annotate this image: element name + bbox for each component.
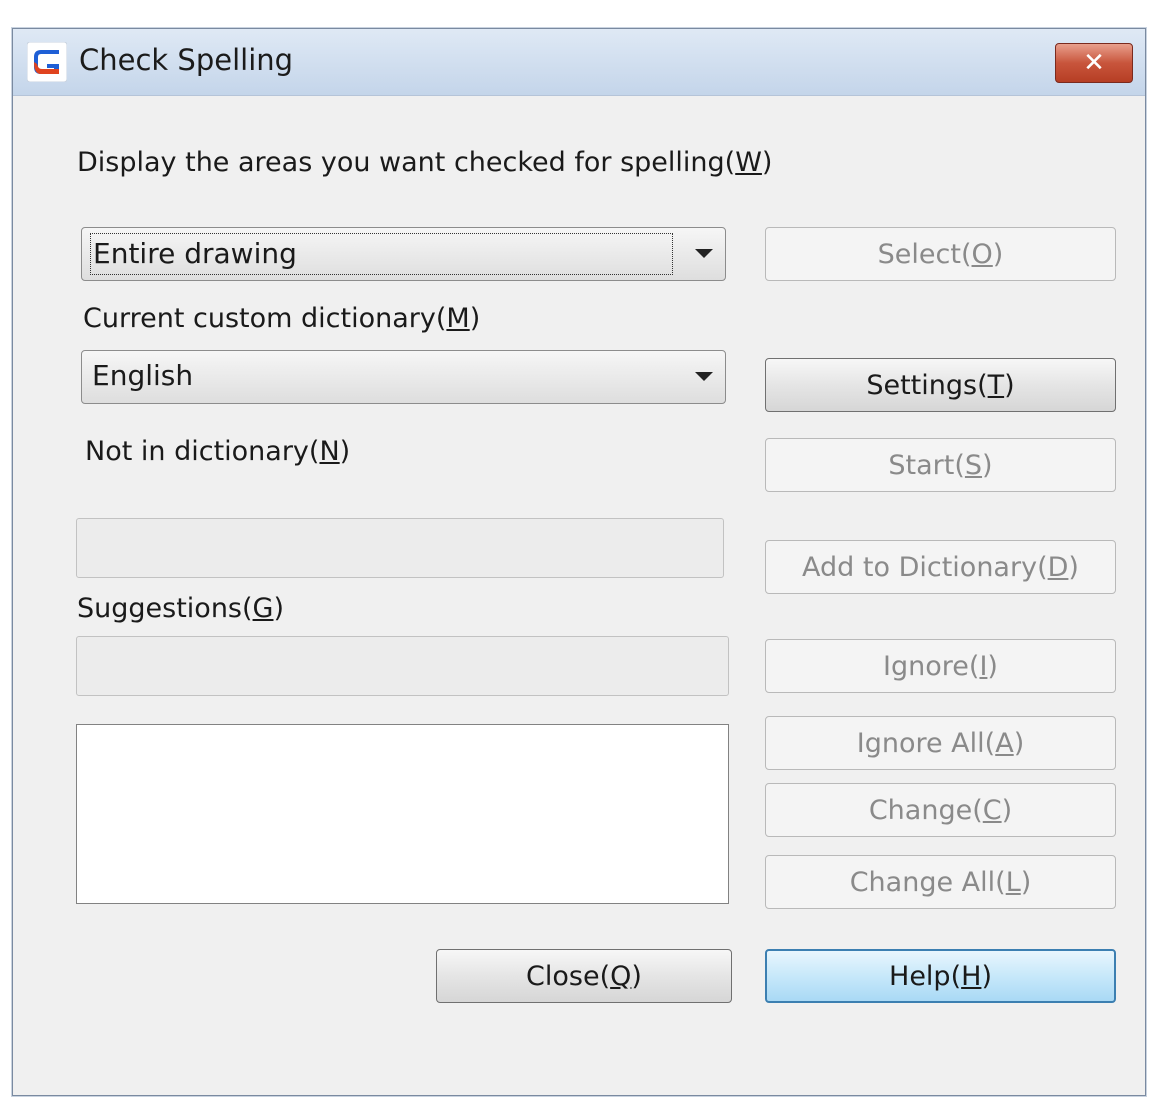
- dictionary-dropdown-value: English: [92, 359, 194, 392]
- window-close-button[interactable]: ✕: [1055, 43, 1133, 83]
- dictionary-dropdown[interactable]: English: [81, 350, 726, 404]
- change-button[interactable]: Change(C): [765, 783, 1116, 837]
- not-in-dictionary-field[interactable]: [76, 518, 724, 578]
- areas-label: Display the areas you want checked for s…: [77, 147, 773, 178]
- start-button[interactable]: Start(S): [765, 438, 1116, 492]
- close-icon: ✕: [1083, 48, 1105, 78]
- settings-button[interactable]: Settings(T): [765, 358, 1116, 412]
- change-all-button[interactable]: Change All(L): [765, 855, 1116, 909]
- chevron-down-icon: [695, 372, 713, 381]
- suggestions-list[interactable]: [76, 724, 729, 904]
- dictionary-label: Current custom dictionary(M): [83, 303, 481, 334]
- select-button[interactable]: Select(O): [765, 227, 1116, 281]
- title-bar[interactable]: Check Spelling ✕: [13, 29, 1145, 96]
- app-logo-icon: [27, 42, 67, 82]
- help-button[interactable]: Help(H): [765, 949, 1116, 1003]
- window-title: Check Spelling: [79, 43, 294, 77]
- close-button[interactable]: Close(Q): [436, 949, 732, 1003]
- areas-dropdown[interactable]: Entire drawing: [81, 227, 726, 281]
- ignore-all-button[interactable]: Ignore All(A): [765, 716, 1116, 770]
- chevron-down-icon: [695, 249, 713, 258]
- suggestions-label: Suggestions(G): [77, 593, 285, 624]
- suggestion-field[interactable]: [76, 636, 729, 696]
- areas-dropdown-value: Entire drawing: [90, 233, 673, 275]
- check-spelling-dialog: Check Spelling ✕ Display the areas you w…: [12, 28, 1146, 1096]
- add-to-dictionary-button[interactable]: Add to Dictionary(D): [765, 540, 1116, 594]
- ignore-button[interactable]: Ignore(I): [765, 639, 1116, 693]
- not-in-dictionary-label: Not in dictionary(N): [85, 436, 351, 467]
